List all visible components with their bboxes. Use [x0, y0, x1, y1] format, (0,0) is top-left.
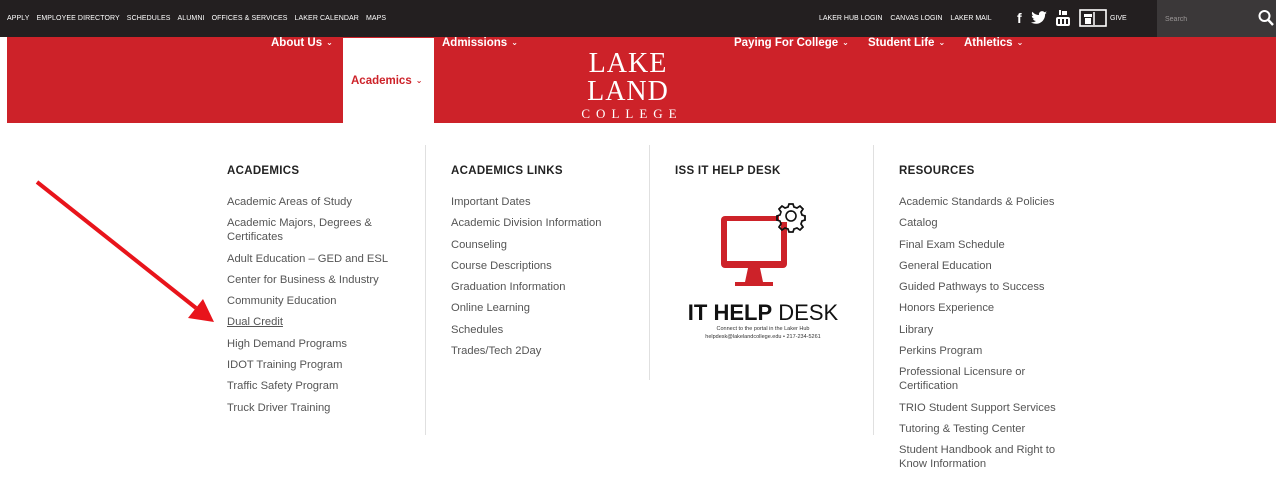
college-logo[interactable]: LAKE LAND COLLEGE: [548, 50, 708, 122]
menu-link[interactable]: Tutoring & Testing Center: [899, 422, 1069, 436]
nav-athletics-label: Athletics: [964, 37, 1013, 49]
nav-admissions-label: Admissions: [442, 37, 508, 49]
chevron-down-icon: ⌄: [511, 38, 518, 47]
menu-link[interactable]: Community Education: [227, 294, 407, 308]
menu-link[interactable]: Online Learning: [451, 301, 641, 315]
menu-link[interactable]: Guided Pathways to Success: [899, 280, 1069, 294]
menu-link[interactable]: Important Dates: [451, 195, 641, 209]
academics-column: ACADEMICS Academic Areas of Study Academ…: [227, 165, 407, 422]
nav-admissions[interactable]: Admissions ⌄: [442, 37, 518, 49]
dual-credit-link[interactable]: Dual Credit: [227, 315, 407, 329]
chevron-down-icon: ⌄: [1016, 38, 1024, 47]
menu-link[interactable]: Honors Experience: [899, 301, 1069, 315]
nav-academics-label: Academics: [351, 75, 412, 87]
menu-link[interactable]: Academic Division Information: [451, 216, 641, 230]
utility-link-laker-calendar[interactable]: LAKER CALENDAR: [295, 15, 359, 22]
utility-link-apply[interactable]: APPLY: [7, 15, 30, 22]
nav-about-us[interactable]: About Us ⌄: [271, 37, 333, 49]
menu-link[interactable]: Professional Licensure or Certification: [899, 365, 1069, 393]
utility-link-employee-directory[interactable]: EMPLOYEE DIRECTORY: [37, 15, 120, 22]
utility-link-schedules[interactable]: SCHEDULES: [127, 15, 171, 22]
search-input[interactable]: [1165, 12, 1245, 26]
nav-paying-for-college-label: Paying For College: [734, 37, 839, 49]
menu-link[interactable]: IDOT Training Program: [227, 358, 407, 372]
utility-links: APPLY EMPLOYEE DIRECTORY SCHEDULES ALUMN…: [7, 15, 386, 22]
column-divider: [873, 145, 874, 435]
help-desk-title: IT HELP DESK: [673, 300, 853, 326]
nav-student-life[interactable]: Student Life ⌄: [868, 37, 945, 49]
menu-link[interactable]: General Education: [899, 259, 1069, 273]
menu-link[interactable]: Academic Standards & Policies: [899, 195, 1069, 209]
academics-links-column: ACADEMICS LINKS Important Dates Academic…: [451, 165, 641, 365]
menu-link[interactable]: High Demand Programs: [227, 337, 407, 351]
search-icon[interactable]: [1258, 9, 1274, 27]
logo-wordmark: LAKE LAND: [587, 48, 669, 107]
chevron-down-icon: ⌄: [415, 76, 423, 85]
menu-link[interactable]: Course Descriptions: [451, 259, 641, 273]
search-box: [1157, 0, 1276, 37]
menu-link[interactable]: Center for Business & Industry: [227, 273, 407, 287]
twitter-icon[interactable]: [1030, 9, 1047, 27]
academics-heading: ACADEMICS: [227, 165, 300, 177]
login-links: LAKER HUB LOGIN CANVAS LOGIN LAKER MAIL: [819, 15, 992, 22]
nav-academics[interactable]: Academics ⌄: [343, 38, 434, 124]
help-desk-subtitle: Connect to the portal in the Laker Hub: [716, 326, 810, 332]
canvas-login-link[interactable]: CANVAS LOGIN: [890, 15, 942, 22]
resources-column: RESOURCES Academic Standards & Policies …: [899, 165, 1069, 479]
give-link[interactable]: GIVE: [1110, 15, 1127, 22]
chevron-down-icon: ⌄: [326, 38, 333, 47]
help-desk-contact: helpdesk@lakelandcollege.edu • 217-234-5…: [705, 334, 821, 340]
logo-subtitle: COLLEGE: [581, 106, 683, 121]
social-icons: f: [1017, 9, 1107, 27]
nav-paying-for-college[interactable]: Paying For College ⌄: [734, 37, 849, 49]
resources-heading: RESOURCES: [899, 165, 975, 177]
menu-link[interactable]: Graduation Information: [451, 280, 641, 294]
menu-link[interactable]: Perkins Program: [899, 344, 1069, 358]
column-divider: [425, 145, 426, 435]
chevron-down-icon: ⌄: [938, 38, 946, 47]
nav-student-life-label: Student Life: [868, 37, 935, 49]
menu-link[interactable]: Academic Areas of Study: [227, 195, 407, 209]
facebook-icon[interactable]: f: [1017, 9, 1022, 27]
help-desk-title-bold: IT HELP: [687, 300, 773, 325]
monitor-gear-icon: [721, 203, 806, 286]
menu-link[interactable]: Catalog: [899, 216, 1069, 230]
menu-link[interactable]: Library: [899, 323, 1069, 337]
laker-mail-link[interactable]: LAKER MAIL: [950, 15, 991, 22]
utility-link-maps[interactable]: MAPS: [366, 15, 386, 22]
menu-link[interactable]: Traffic Safety Program: [227, 379, 407, 393]
help-desk-title-thin: DESK: [778, 300, 839, 325]
chevron-down-icon: ⌄: [842, 38, 849, 47]
nav-about-us-label: About Us: [271, 37, 323, 49]
menu-link[interactable]: Counseling: [451, 238, 641, 252]
utility-link-alumni[interactable]: ALUMNI: [178, 15, 205, 22]
menu-link[interactable]: Adult Education – GED and ESL: [227, 252, 407, 266]
menu-link[interactable]: Trades/Tech 2Day: [451, 344, 641, 358]
giving-icon[interactable]: [1078, 9, 1107, 27]
column-divider: [649, 145, 650, 380]
help-desk-heading: ISS IT HELP DESK: [675, 165, 781, 177]
laker-hub-login-link[interactable]: LAKER HUB LOGIN: [819, 15, 882, 22]
menu-link[interactable]: Schedules: [451, 323, 641, 337]
academics-links-heading: ACADEMICS LINKS: [451, 165, 563, 177]
help-desk-column: ISS IT HELP DESK: [675, 165, 855, 195]
menu-link[interactable]: Truck Driver Training: [227, 401, 407, 415]
nav-athletics[interactable]: Athletics ⌄: [964, 37, 1023, 49]
menu-link[interactable]: Student Handbook and Right to Know Infor…: [899, 443, 1069, 471]
utility-link-offices-services[interactable]: OFFICES & SERVICES: [212, 15, 288, 22]
menu-link[interactable]: Final Exam Schedule: [899, 238, 1069, 252]
help-desk-banner[interactable]: IT HELP DESK Connect to the portal in th…: [673, 196, 853, 348]
menu-link[interactable]: TRIO Student Support Services: [899, 401, 1069, 415]
menu-link[interactable]: Academic Majors, Degrees & Certificates: [227, 216, 407, 244]
youtube-icon[interactable]: [1055, 9, 1070, 27]
